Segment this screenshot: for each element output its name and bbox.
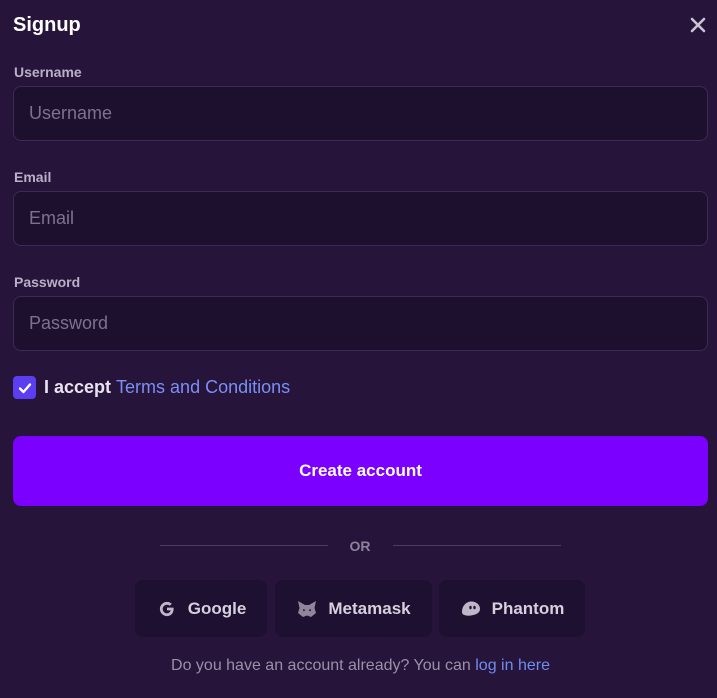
checkmark-icon	[18, 382, 31, 393]
login-prompt: Do you have an account already? You can …	[0, 655, 717, 677]
username-label: Username	[14, 64, 82, 80]
username-input[interactable]	[13, 86, 708, 141]
phantom-label: Phantom	[491, 598, 565, 618]
divider-line-right	[393, 545, 561, 546]
signup-dialog: Signup Username Email Password I accept …	[0, 0, 717, 698]
close-icon	[690, 17, 706, 33]
google-button[interactable]: Google	[135, 580, 267, 637]
divider-line-left	[160, 545, 328, 546]
login-prompt-text: Do you have an account already? You can	[171, 657, 476, 674]
google-label: Google	[187, 598, 247, 618]
terms-checkbox[interactable]	[13, 376, 36, 399]
close-button[interactable]	[686, 13, 710, 37]
divider-or: OR	[349, 538, 371, 554]
phantom-icon	[460, 598, 482, 620]
create-account-button[interactable]: Create account	[13, 436, 708, 506]
terms-link[interactable]: Terms and Conditions	[116, 377, 290, 397]
metamask-label: Metamask	[328, 598, 411, 618]
dialog-title: Signup	[13, 14, 81, 36]
email-input[interactable]	[13, 191, 708, 246]
google-icon	[156, 598, 178, 620]
metamask-button[interactable]: Metamask	[275, 580, 432, 637]
terms-prefix: I accept	[44, 377, 117, 397]
password-input[interactable]	[13, 296, 708, 351]
email-label: Email	[14, 169, 52, 185]
phantom-button[interactable]: Phantom	[439, 580, 585, 637]
terms-text: I accept Terms and Conditions	[44, 376, 290, 399]
password-label: Password	[14, 274, 81, 290]
metamask-icon	[296, 598, 318, 620]
login-link[interactable]: log in here	[475, 657, 550, 674]
